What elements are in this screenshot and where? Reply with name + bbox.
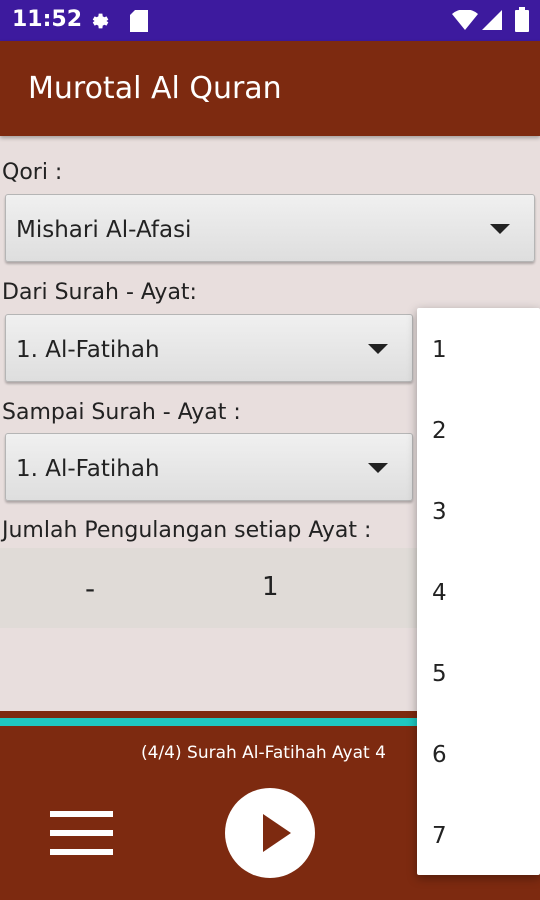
dropdown-item[interactable]: 4 [432, 580, 447, 606]
to-surah-label: Sampai Surah - Ayat : [2, 400, 241, 425]
qori-value: Mishari Al-Afasi [16, 217, 192, 243]
dropdown-caret-icon [490, 224, 510, 234]
dropdown-item[interactable]: 3 [432, 499, 447, 525]
status-time: 11:52 [12, 7, 83, 32]
sd-card-icon [130, 10, 148, 32]
now-playing-text: (4/4) Surah Al-Fatihah Ayat 4 [141, 743, 386, 763]
play-button[interactable] [225, 788, 315, 878]
gear-icon [92, 13, 109, 29]
dropdown-caret-icon [368, 463, 388, 473]
dropdown-item[interactable]: 1 [432, 337, 447, 363]
menu-icon[interactable] [50, 811, 113, 855]
from-surah-value: 1. Al-Fatihah [16, 337, 160, 363]
to-surah-value: 1. Al-Fatihah [16, 456, 160, 482]
wifi-icon [452, 10, 478, 30]
decrement-button[interactable]: - [85, 572, 95, 605]
signal-icon [482, 10, 502, 30]
status-bar: 11:52 [0, 0, 540, 41]
qori-spinner[interactable]: Mishari Al-Afasi [5, 194, 535, 262]
from-surah-label: Dari Surah - Ayat: [2, 280, 197, 305]
ayat-dropdown-list: 1 2 3 4 5 6 7 [417, 308, 540, 875]
dropdown-item[interactable]: 7 [432, 823, 447, 849]
play-icon [263, 814, 291, 852]
from-surah-spinner[interactable]: 1. Al-Fatihah [5, 314, 413, 382]
app-title: Murotal Al Quran [28, 71, 282, 106]
dropdown-caret-icon [368, 344, 388, 354]
app-bar: Murotal Al Quran [0, 41, 540, 136]
repeat-count: 1 [262, 572, 279, 602]
dropdown-item[interactable]: 6 [432, 742, 447, 768]
qori-label: Qori : [2, 160, 63, 185]
repeat-label: Jumlah Pengulangan setiap Ayat : [2, 518, 372, 543]
dropdown-item[interactable]: 2 [432, 418, 447, 444]
battery-icon [515, 7, 529, 32]
to-surah-spinner[interactable]: 1. Al-Fatihah [5, 433, 413, 501]
dropdown-item[interactable]: 5 [432, 661, 447, 687]
